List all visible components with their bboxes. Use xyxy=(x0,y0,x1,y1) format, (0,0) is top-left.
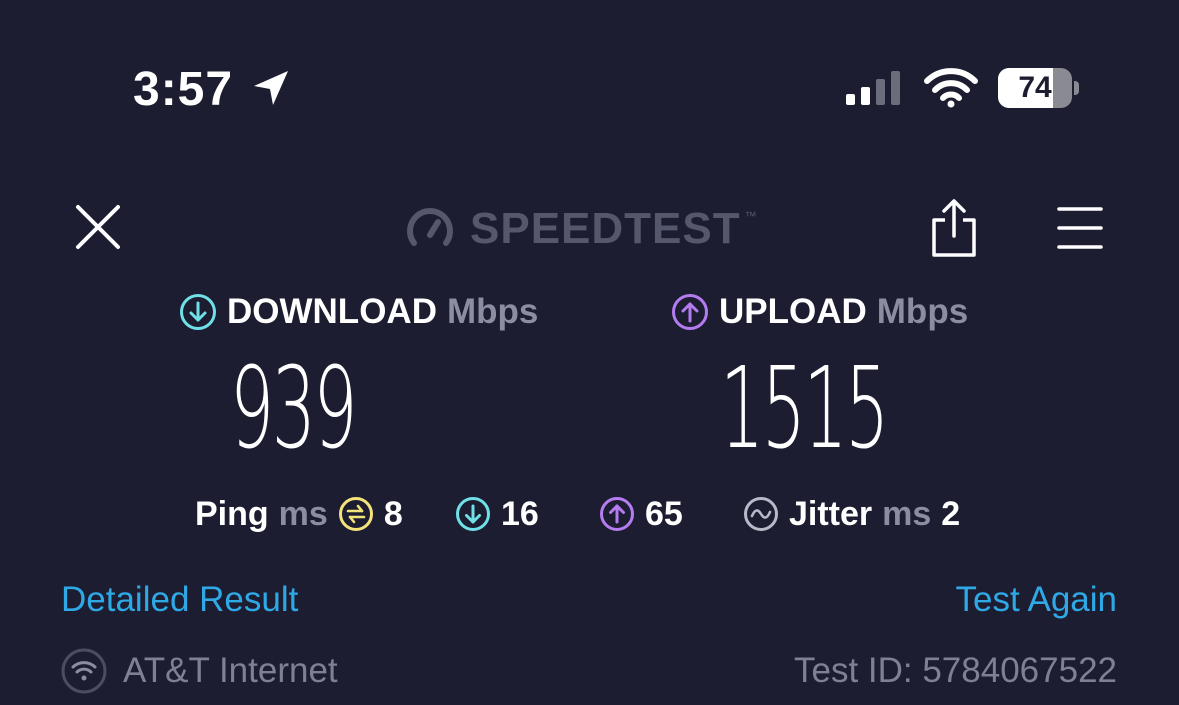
ping-idle-value: 8 xyxy=(383,495,403,533)
ping-upload-value: 65 xyxy=(645,495,683,533)
speedtest-logo: SPEEDTEST ™ xyxy=(404,203,757,255)
upload-value: 1515 xyxy=(720,344,889,474)
jitter-unit: ms xyxy=(882,495,932,533)
detailed-result-link[interactable]: Detailed Result xyxy=(61,578,298,622)
upload-title: UPLOAD xyxy=(719,292,867,331)
upload-label: UPLOAD Mbps xyxy=(671,292,968,332)
status-time: 3:57 xyxy=(133,63,234,116)
isp-name: AT&T Internet xyxy=(123,651,338,690)
ping-unit: ms xyxy=(278,495,328,533)
battery-indicator: 74 xyxy=(998,68,1079,108)
download-latency-icon xyxy=(456,497,490,531)
jitter: Jitter ms 2 xyxy=(743,493,960,535)
upload-unit: Mbps xyxy=(876,292,969,331)
download-value: 939 xyxy=(230,344,358,474)
wifi-icon xyxy=(924,68,978,108)
test-id: Test ID: 5784067522 xyxy=(793,651,1117,690)
idle-latency-icon xyxy=(338,497,373,531)
download-title: DOWNLOAD xyxy=(227,292,437,331)
ping-download-value: 16 xyxy=(501,495,539,533)
ping-idle: Ping ms 8 xyxy=(195,493,403,535)
logo-text: SPEEDTEST xyxy=(470,204,741,253)
ping-label: Ping xyxy=(195,495,269,533)
upload-latency-icon xyxy=(600,497,634,531)
download-arrow-icon xyxy=(180,294,216,330)
jitter-label: Jitter xyxy=(789,495,873,533)
jitter-icon xyxy=(744,497,778,531)
logo-trademark: ™ xyxy=(744,209,757,223)
speedometer-icon xyxy=(407,208,453,246)
ping-upload: 65 xyxy=(599,493,683,535)
wifi-provider-icon xyxy=(61,648,107,694)
download-unit: Mbps xyxy=(446,292,539,331)
upload-arrow-icon xyxy=(672,294,708,330)
menu-icon[interactable] xyxy=(1056,206,1104,250)
download-label: DOWNLOAD Mbps xyxy=(179,292,538,332)
ping-download: 16 xyxy=(455,493,539,535)
battery-cap xyxy=(1074,81,1079,95)
share-icon[interactable] xyxy=(929,198,979,258)
battery-level: 74 xyxy=(1018,71,1052,104)
test-again-link[interactable]: Test Again xyxy=(956,578,1118,622)
close-icon[interactable] xyxy=(74,203,122,251)
cellular-signal-icon xyxy=(846,71,900,105)
location-arrow-icon xyxy=(254,71,288,105)
jitter-value: 2 xyxy=(941,495,961,533)
